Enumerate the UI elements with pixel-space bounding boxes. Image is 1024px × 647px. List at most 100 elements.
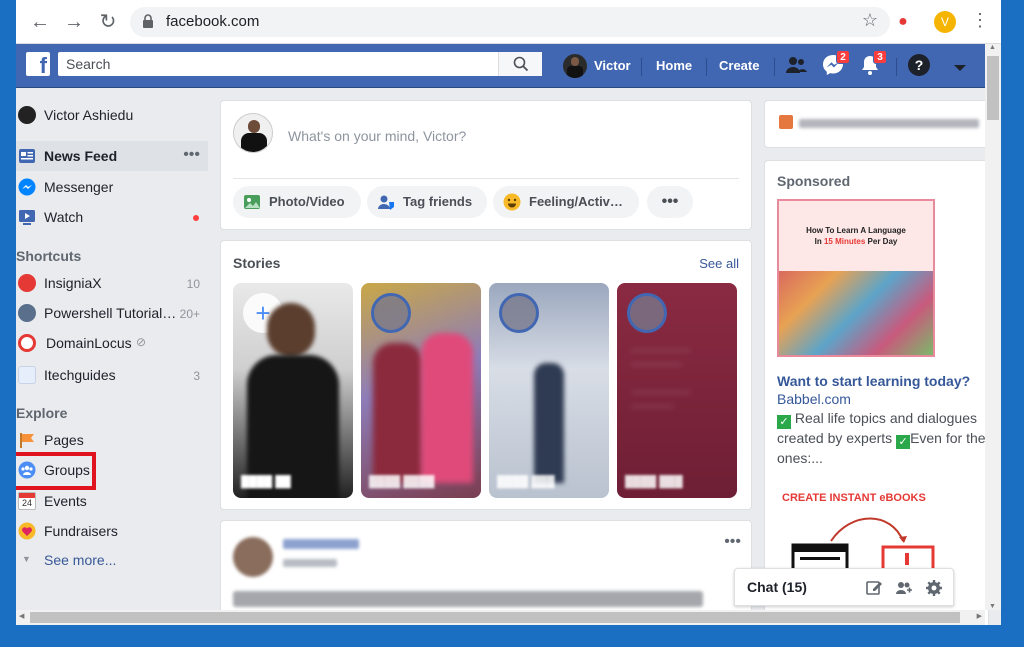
shortcut-label: Itechguides <box>44 367 116 383</box>
events-calendar-icon: 24 <box>18 492 36 510</box>
ad-domain[interactable]: Babbel.com <box>777 391 851 407</box>
friend-requests-icon[interactable] <box>784 53 808 77</box>
vertical-scrollbar[interactable]: ▲ ▼ <box>985 44 1001 610</box>
story-label-blurred: ████ ███ <box>497 476 601 488</box>
smiley-icon <box>503 193 521 211</box>
composer-avatar <box>233 113 273 153</box>
create-group-icon[interactable] <box>895 579 913 597</box>
domainlocus-icon <box>18 334 36 352</box>
search-input[interactable] <box>58 52 498 76</box>
create-link[interactable]: Create <box>719 58 759 73</box>
sidebar-item-news-feed[interactable]: News Feed ••• <box>16 141 208 171</box>
groups-icon <box>18 461 36 479</box>
shortcuts-heading: Shortcuts <box>16 248 81 264</box>
ad-image[interactable]: How To Learn A Language In 15 Minutes Pe… <box>777 199 935 357</box>
scrollbar-thumb[interactable] <box>987 56 999 120</box>
explore-item-pages[interactable]: Pages <box>16 425 208 455</box>
ad-image-title-2a: In <box>815 237 824 246</box>
fundraisers-icon <box>18 522 36 540</box>
shortcut-item[interactable]: InsigniaX 10 <box>16 268 208 298</box>
explore-label: Fundraisers <box>44 523 118 539</box>
sidebar-item-label: Watch <box>44 209 83 225</box>
chat-bar[interactable]: Chat (15) <box>734 568 954 606</box>
sponsored-card: Sponsored How To Learn A Language In 15 … <box>764 160 989 625</box>
bookmark-star-icon[interactable]: ☆ <box>862 10 878 31</box>
divider <box>233 178 739 179</box>
sidebar-item-watch[interactable]: Watch <box>16 202 208 232</box>
user-name: Victor Ashiedu <box>44 107 133 123</box>
photo-video-label: Photo/Video <box>269 194 345 209</box>
horizontal-scrollbar[interactable]: ◀ ▶ <box>16 610 985 625</box>
sidebar-item-label: Messenger <box>44 179 113 195</box>
nav-divider <box>641 58 642 76</box>
shortcut-count: 3 <box>193 369 200 383</box>
search-button[interactable] <box>498 52 542 76</box>
more-actions-button[interactable]: ••• <box>647 186 693 218</box>
shortcut-label: InsigniaX <box>44 275 102 291</box>
profile-avatar[interactable] <box>563 54 587 78</box>
back-icon[interactable]: ← <box>28 10 52 34</box>
explore-label: Groups <box>44 462 90 478</box>
explore-label: Pages <box>44 432 84 448</box>
shortcut-item[interactable]: Powershell Tutorial… 20+ <box>16 298 208 328</box>
scrollbar-thumb[interactable] <box>30 612 960 623</box>
search-box[interactable] <box>58 52 542 76</box>
shortcut-count: 20+ <box>180 307 200 321</box>
post-options-icon[interactable]: ••• <box>724 533 741 551</box>
scroll-left-icon[interactable]: ◀ <box>19 612 24 620</box>
post-author-name-blurred[interactable] <box>283 539 359 549</box>
sponsored-heading: Sponsored <box>777 173 850 189</box>
explore-item-fundraisers[interactable]: Fundraisers <box>16 516 208 546</box>
story-card[interactable]: ───────────────────────── ████ ███ <box>617 283 737 498</box>
scroll-up-icon[interactable]: ▲ <box>989 44 996 51</box>
extension-icon[interactable]: ● <box>892 11 914 33</box>
sidebar-item-messenger[interactable]: Messenger <box>16 172 208 202</box>
scroll-right-icon[interactable]: ▶ <box>977 612 982 620</box>
photo-icon <box>243 193 261 211</box>
help-icon[interactable]: ? <box>907 53 931 77</box>
shortcut-item[interactable]: DomainLocus ⊘ <box>16 328 208 358</box>
itechguides-icon <box>18 366 36 384</box>
feeling-activity-button[interactable]: Feeling/Activ… <box>493 186 639 218</box>
story-card[interactable]: ████ ███ <box>489 283 609 498</box>
see-all-link[interactable]: See all <box>699 256 739 271</box>
composer-placeholder[interactable]: What's on your mind, Victor? <box>288 128 466 144</box>
forward-icon[interactable]: → <box>62 10 86 34</box>
story-avatar <box>499 293 539 333</box>
reload-icon[interactable]: ↻ <box>96 10 120 34</box>
shortcut-count: 10 <box>187 277 200 291</box>
insigniax-icon <box>18 274 36 292</box>
shortcut-label: Powershell Tutorial… <box>44 305 176 321</box>
ad-image-houses <box>779 271 933 355</box>
home-link[interactable]: Home <box>656 58 692 73</box>
see-more-link[interactable]: ▼ See more... <box>16 545 208 575</box>
scroll-down-icon[interactable]: ▼ <box>989 603 996 610</box>
shortcut-item[interactable]: Itechguides 3 <box>16 360 208 390</box>
address-bar[interactable]: facebook.com ☆ <box>130 7 890 37</box>
stories-card: Stories See all + ████ ██ ████ ████ ████… <box>220 240 752 510</box>
ad-image-text: How To Learn A Language In 15 Minutes Pe… <box>779 225 933 247</box>
post-author-avatar[interactable] <box>233 537 273 577</box>
new-message-icon[interactable] <box>865 579 883 597</box>
ad-headline[interactable]: Want to start learning today? <box>777 373 970 389</box>
profile-avatar-icon[interactable]: V <box>934 11 956 33</box>
settings-gear-icon[interactable] <box>925 579 943 597</box>
stories-heading: Stories <box>233 255 280 271</box>
explore-item-groups[interactable]: Groups <box>16 455 92 485</box>
menu-kebab-icon[interactable]: ⋮ <box>971 10 989 31</box>
more-options-icon[interactable]: ••• <box>183 146 200 164</box>
explore-item-events[interactable]: 24 Events <box>16 486 208 516</box>
user-avatar <box>18 106 36 124</box>
sidebar-profile[interactable]: Victor Ashiedu <box>16 100 208 130</box>
profile-link[interactable]: Victor <box>594 58 631 73</box>
ad2-title[interactable]: CREATE INSTANT eBOOKS <box>782 492 926 504</box>
new-content-dot <box>193 215 199 221</box>
story-card[interactable]: ████ ████ <box>361 283 481 498</box>
facebook-logo-icon[interactable]: f <box>26 52 50 76</box>
search-icon <box>513 56 529 72</box>
photo-video-button[interactable]: Photo/Video <box>233 186 361 218</box>
story-card-add[interactable]: + ████ ██ <box>233 283 353 498</box>
birthday-card[interactable] <box>764 100 989 148</box>
tag-friends-button[interactable]: Tag friends <box>367 186 487 218</box>
account-dropdown-icon[interactable] <box>948 56 972 80</box>
